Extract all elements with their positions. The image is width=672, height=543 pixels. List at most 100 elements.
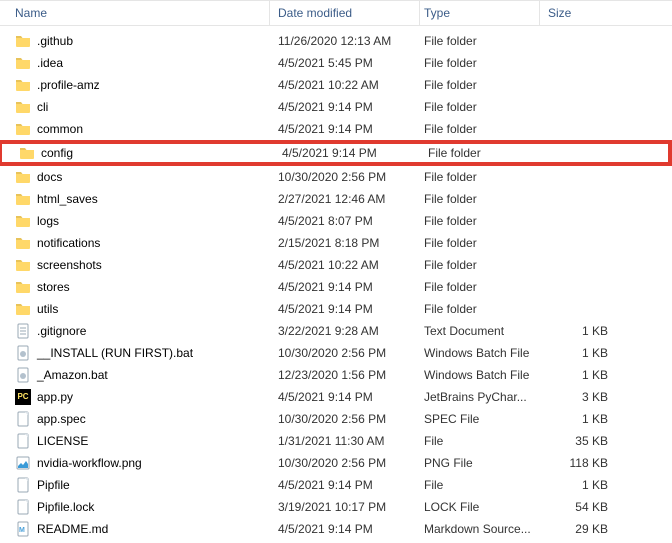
file-name: logs (37, 214, 59, 228)
file-size: 118 KB (540, 456, 620, 470)
svg-text:M: M (19, 527, 25, 534)
file-name: _Amazon.bat (37, 368, 108, 382)
file-icon (15, 411, 31, 427)
file-row[interactable]: .github11/26/2020 12:13 AMFile folder (0, 30, 672, 52)
file-type: File (420, 434, 540, 448)
file-row[interactable]: __INSTALL (RUN FIRST).bat10/30/2020 2:56… (0, 342, 672, 364)
folder-icon (15, 213, 31, 229)
file-size: 54 KB (540, 500, 620, 514)
file-row[interactable]: Pipfile.lock3/19/2021 10:17 PMLOCK File5… (0, 496, 672, 518)
file-row[interactable]: common4/5/2021 9:14 PMFile folder (0, 118, 672, 140)
file-name: html_saves (37, 192, 98, 206)
file-date: 4/5/2021 10:22 AM (270, 258, 420, 272)
file-row[interactable]: PCapp.py4/5/2021 9:14 PMJetBrains PyChar… (0, 386, 672, 408)
folder-icon (15, 191, 31, 207)
file-date: 4/5/2021 10:22 AM (270, 78, 420, 92)
folder-icon (19, 145, 35, 161)
folder-icon (15, 279, 31, 295)
file-name: config (41, 146, 73, 160)
file-row[interactable]: .idea4/5/2021 5:45 PMFile folder (0, 52, 672, 74)
column-header-type[interactable]: Type (420, 1, 540, 25)
file-date: 10/30/2020 2:56 PM (270, 456, 420, 470)
file-name: utils (37, 302, 58, 316)
file-size: 1 KB (540, 368, 620, 382)
file-row[interactable]: logs4/5/2021 8:07 PMFile folder (0, 210, 672, 232)
file-row[interactable]: config 4/5/2021 9:14 PMFile folder (0, 140, 672, 166)
folder-icon (15, 257, 31, 273)
file-size: 35 KB (540, 434, 620, 448)
file-type: File (420, 478, 540, 492)
column-header-size[interactable]: Size (540, 1, 620, 25)
file-row[interactable]: notifications2/15/2021 8:18 PMFile folde… (0, 232, 672, 254)
file-date: 3/22/2021 9:28 AM (270, 324, 420, 338)
folder-icon (15, 99, 31, 115)
file-size: 1 KB (540, 324, 620, 338)
file-date: 4/5/2021 9:14 PM (270, 280, 420, 294)
file-name: Pipfile (37, 478, 70, 492)
file-size: 29 KB (540, 522, 620, 536)
file-type: Text Document (420, 324, 540, 338)
column-header-date[interactable]: Date modified (270, 1, 420, 25)
file-name: .profile-amz (37, 78, 100, 92)
image-file-icon (15, 455, 31, 471)
folder-icon (15, 55, 31, 71)
file-row[interactable]: LICENSE1/31/2021 11:30 AMFile35 KB (0, 430, 672, 452)
column-header-row: Name Date modified Type Size (0, 0, 672, 26)
file-date: 3/19/2021 10:17 PM (270, 500, 420, 514)
file-date: 4/5/2021 9:14 PM (270, 302, 420, 316)
file-name: cli (37, 100, 48, 114)
file-date: 2/15/2021 8:18 PM (270, 236, 420, 250)
file-size: 1 KB (540, 412, 620, 426)
file-row[interactable]: _Amazon.bat 12/23/2020 1:56 PMWindows Bat… (0, 364, 672, 386)
file-type: File folder (420, 100, 540, 114)
file-name: screenshots (37, 258, 102, 272)
file-name: app.spec (37, 412, 86, 426)
file-row[interactable]: html_saves2/27/2021 12:46 AMFile folder (0, 188, 672, 210)
file-date: 11/26/2020 12:13 AM (270, 34, 420, 48)
file-type: JetBrains PyChar... (420, 390, 540, 404)
file-name: Pipfile.lock (37, 500, 94, 514)
file-name: app.py (37, 390, 73, 404)
file-row[interactable]: MREADME.md4/5/2021 9:14 PMMarkdown Sourc… (0, 518, 672, 540)
file-type: Markdown Source... (420, 522, 540, 536)
file-row[interactable]: docs 10/30/2020 2:56 PMFile folder (0, 166, 672, 188)
file-type: File folder (420, 280, 540, 294)
file-name: .github (37, 34, 73, 48)
column-header-name[interactable]: Name (0, 1, 270, 25)
file-type: SPEC File (420, 412, 540, 426)
file-date: 4/5/2021 9:14 PM (270, 390, 420, 404)
file-size: 1 KB (540, 478, 620, 492)
batch-file-icon (15, 367, 31, 383)
file-date: 4/5/2021 9:14 PM (274, 146, 424, 160)
file-type: File folder (420, 302, 540, 316)
file-date: 12/23/2020 1:56 PM (270, 368, 420, 382)
file-date: 1/31/2021 11:30 AM (270, 434, 420, 448)
file-date: 4/5/2021 5:45 PM (270, 56, 420, 70)
file-type: File folder (424, 146, 544, 160)
file-row[interactable]: cli 4/5/2021 9:14 PMFile folder (0, 96, 672, 118)
file-row[interactable]: utils 4/5/2021 9:14 PMFile folder (0, 298, 672, 320)
file-type: File folder (420, 192, 540, 206)
file-date: 10/30/2020 2:56 PM (270, 170, 420, 184)
file-row[interactable]: nvidia-workflow.png10/30/2020 2:56 PMPNG… (0, 452, 672, 474)
file-name: docs (37, 170, 62, 184)
markdown-file-icon: M (15, 521, 31, 537)
folder-icon (15, 121, 31, 137)
file-row[interactable]: .gitignore3/22/2021 9:28 AMText Document… (0, 320, 672, 342)
file-name: notifications (37, 236, 100, 250)
file-name: nvidia-workflow.png (37, 456, 142, 470)
batch-file-icon (15, 345, 31, 361)
file-row[interactable]: Pipfile4/5/2021 9:14 PMFile1 KB (0, 474, 672, 496)
file-row[interactable]: stores4/5/2021 9:14 PMFile folder (0, 276, 672, 298)
file-row[interactable]: screenshots4/5/2021 10:22 AMFile folder (0, 254, 672, 276)
folder-icon (15, 301, 31, 317)
file-date: 4/5/2021 9:14 PM (270, 100, 420, 114)
file-type: File folder (420, 170, 540, 184)
file-name: common (37, 122, 83, 136)
file-row[interactable]: app.spec10/30/2020 2:56 PMSPEC File1 KB (0, 408, 672, 430)
file-name: __INSTALL (RUN FIRST).bat (37, 346, 193, 360)
file-name: README.md (37, 522, 108, 536)
file-row[interactable]: .profile-amz4/5/2021 10:22 AMFile folder (0, 74, 672, 96)
file-type: Windows Batch File (420, 368, 540, 382)
folder-icon (15, 77, 31, 93)
